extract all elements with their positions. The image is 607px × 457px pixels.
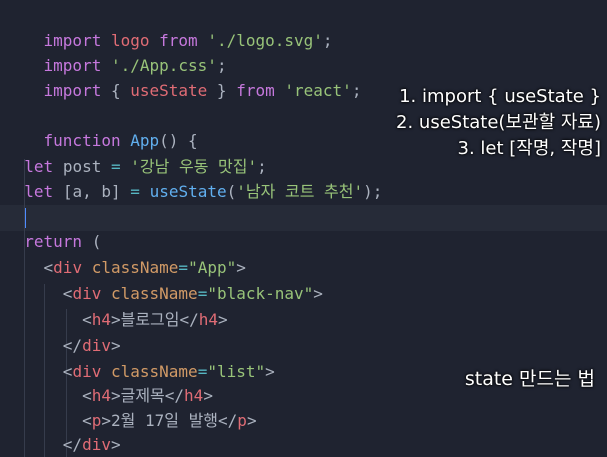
operator: = xyxy=(178,258,189,277)
text-content: 블로그임 xyxy=(120,310,180,329)
keyword: let xyxy=(24,182,54,201)
attribute-name: className xyxy=(91,258,179,277)
punctuation: ( xyxy=(91,232,102,251)
punctuation: ] xyxy=(111,182,121,201)
tag-bracket: < xyxy=(43,258,54,277)
identifier: b xyxy=(101,182,111,201)
tag-bracket: > xyxy=(265,362,275,381)
tag-bracket: > xyxy=(110,435,121,454)
string-literal: '남자 코트 추천' xyxy=(236,182,364,201)
tag-bracket: > xyxy=(110,336,121,355)
tag-name: h4 xyxy=(91,386,111,405)
punctuation: [ xyxy=(62,182,73,201)
attribute-name: className xyxy=(110,362,198,381)
keyword: let xyxy=(24,157,54,176)
code-line-1[interactable]: import logo from './logo.svg'; xyxy=(5,5,333,50)
keyword: from xyxy=(236,81,275,100)
code-line-11[interactable]: <div className="App"> xyxy=(5,256,246,280)
function-call: useState xyxy=(149,182,227,201)
string-literal: "black-nav" xyxy=(207,284,314,303)
string-literal: "App" xyxy=(188,258,237,277)
punctuation: ; xyxy=(257,157,267,176)
annotation-caption: state 만드는 법 xyxy=(464,368,595,390)
tag-bracket: > xyxy=(101,411,111,430)
punctuation: ); xyxy=(363,182,383,201)
tag-bracket: > xyxy=(110,386,121,405)
tag-name: div xyxy=(82,435,111,454)
text-content: 글제목 xyxy=(120,386,165,405)
tag-name: div xyxy=(72,362,102,381)
tag-name: div xyxy=(53,258,83,277)
tag-bracket: </ xyxy=(179,310,199,329)
operator: = xyxy=(130,182,140,201)
tag-bracket: < xyxy=(62,284,73,303)
keyword: function xyxy=(43,131,121,150)
current-line-highlight xyxy=(0,205,607,231)
tag-name: div xyxy=(72,284,102,303)
punctuation: { xyxy=(110,81,131,100)
tag-bracket: </ xyxy=(62,435,83,454)
tag-name: p xyxy=(237,411,247,430)
punctuation: } xyxy=(207,81,227,100)
attribute-name: className xyxy=(110,284,198,303)
function-name: App xyxy=(130,131,160,150)
tag-bracket: > xyxy=(246,411,257,430)
punctuation: ( xyxy=(226,182,237,201)
identifier: a xyxy=(72,182,83,201)
annotation-step-1: 1. import { useState } xyxy=(399,86,601,107)
tag-bracket: </ xyxy=(62,336,83,355)
tag-name: div xyxy=(82,336,111,355)
tag-bracket: > xyxy=(110,310,121,329)
code-line-3[interactable]: import { useState } from 'react'; xyxy=(5,55,362,100)
tag-bracket: > xyxy=(203,386,213,405)
tag-bracket: </ xyxy=(218,411,238,430)
identifier: post xyxy=(62,157,102,176)
code-line-17[interactable]: <p>2월 17일 발행</p> xyxy=(5,409,257,433)
operator: = xyxy=(197,362,208,381)
operator: = xyxy=(197,284,208,303)
code-line-14[interactable]: </div> xyxy=(5,334,121,358)
text-content: 2월 17일 발행 xyxy=(110,411,219,430)
code-line-16[interactable]: <h4>글제목</h4> xyxy=(5,384,213,408)
tag-bracket: > xyxy=(218,310,228,329)
code-line-12[interactable]: <div className="black-nav"> xyxy=(5,282,323,306)
punctuation: , xyxy=(82,182,102,201)
string-literal: 'react' xyxy=(284,81,352,100)
keyword: import xyxy=(43,81,102,100)
tag-name: h4 xyxy=(184,386,204,405)
operator: = xyxy=(110,157,121,176)
annotation-step-2: 2. useState(보관할 자료) xyxy=(396,112,601,133)
annotation-step-3: 3. let [작명, 작명] xyxy=(457,138,601,159)
code-line-2[interactable]: import './App.css'; xyxy=(5,30,227,75)
keyword: return xyxy=(24,232,83,251)
tag-bracket: < xyxy=(82,386,92,405)
code-line-18[interactable]: </div> xyxy=(5,433,121,457)
code-line-13[interactable]: <h4>블로그임</h4> xyxy=(5,308,228,332)
punctuation: ; xyxy=(322,31,333,50)
string-literal: "list" xyxy=(207,362,266,381)
code-line-8[interactable]: let [a, b] = useState('남자 코트 추천'); xyxy=(5,180,382,204)
tag-bracket: < xyxy=(82,411,92,430)
tag-name: h4 xyxy=(91,310,111,329)
code-line-5[interactable]: function App() { xyxy=(5,105,198,150)
tag-name: p xyxy=(91,411,102,430)
tag-name: h4 xyxy=(198,310,219,329)
punctuation: () { xyxy=(159,131,198,150)
tag-bracket: </ xyxy=(164,386,185,405)
tag-bracket: < xyxy=(62,362,73,381)
tag-bracket: < xyxy=(82,310,92,329)
code-line-10[interactable]: return ( xyxy=(5,230,101,254)
tag-bracket: > xyxy=(313,284,323,303)
code-line-7[interactable]: let post = '강남 우동 맛집'; xyxy=(5,155,267,179)
code-line-15[interactable]: <div className="list"> xyxy=(5,360,275,384)
tag-bracket: > xyxy=(236,258,246,277)
punctuation: ; xyxy=(351,81,362,100)
identifier: useState xyxy=(130,81,208,100)
string-literal: '강남 우동 맛집' xyxy=(130,157,258,176)
